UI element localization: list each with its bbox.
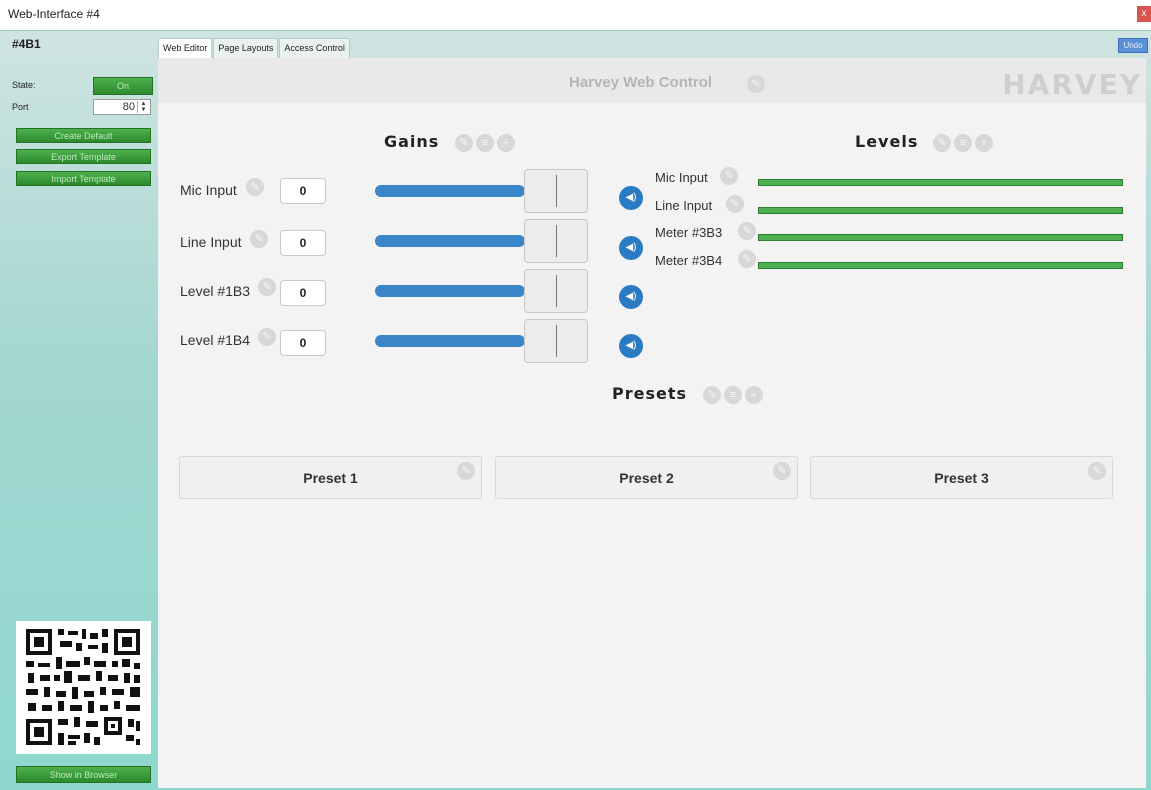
export-template-button[interactable]: Export Template <box>16 149 151 164</box>
state-label: State: <box>12 80 36 90</box>
port-spinner[interactable]: ▲ ▼ <box>137 101 149 113</box>
sidebar: #4B1 State: On Port 80 ▲ ▼ Create Default… <box>0 31 158 790</box>
speaker-icon[interactable]: ◀) <box>619 236 643 260</box>
pencil-icon[interactable]: ✎ <box>773 462 791 480</box>
panel-header: Harvey Web Control ✎ HARVEY <box>158 58 1146 102</box>
brand-logo: HARVEY <box>1002 68 1142 101</box>
level-meter <box>758 179 1123 186</box>
window-titlebar: Web-Interface #4 x <box>0 0 1151 31</box>
create-default-button[interactable]: Create Default <box>16 128 151 143</box>
port-input[interactable]: 80 ▲ ▼ <box>93 99 151 115</box>
gain-slider-handle[interactable] <box>524 269 588 313</box>
port-value: 80 <box>122 101 135 113</box>
preset-label: Preset 1 <box>303 470 358 486</box>
gain-label: Level #1B4 <box>180 332 251 348</box>
gain-label: Mic Input <box>180 182 237 198</box>
tab-web-editor[interactable]: Web Editor <box>158 38 213 58</box>
preset-button[interactable]: Preset 2 ✎ <box>495 456 798 499</box>
tab-bar: Web Editor Page Layouts Access Control <box>158 38 351 58</box>
level-meter <box>758 234 1123 241</box>
gain-value-input[interactable]: 0 <box>280 330 326 356</box>
gain-slider-handle[interactable] <box>524 169 588 213</box>
show-in-browser-button[interactable]: Show in Browser <box>16 766 151 783</box>
presets-title: Presets <box>612 384 688 403</box>
gain-slider-handle[interactable] <box>524 319 588 363</box>
speaker-icon[interactable]: ◀) <box>619 334 643 358</box>
pencil-icon[interactable]: ✎ <box>747 75 765 93</box>
pencil-icon[interactable]: ✎ <box>250 230 268 248</box>
preset-button[interactable]: Preset 3 ✎ <box>810 456 1113 499</box>
preset-label: Preset 2 <box>619 470 674 486</box>
page-title[interactable]: Harvey Web Control <box>569 74 712 91</box>
web-editor-panel: Harvey Web Control ✎ HARVEY Gains ✎ ≡ + … <box>158 58 1146 788</box>
gain-value-input[interactable]: 0 <box>280 178 326 204</box>
pencil-icon[interactable]: ✎ <box>738 250 756 268</box>
pencil-icon[interactable]: ✎ <box>720 167 738 185</box>
level-meter <box>758 262 1123 269</box>
gain-slider-track[interactable] <box>375 235 525 247</box>
import-template-button[interactable]: Import Template <box>16 171 151 186</box>
preset-label: Preset 3 <box>934 470 989 486</box>
pencil-icon[interactable]: ✎ <box>738 222 756 240</box>
pencil-icon[interactable]: ✎ <box>933 134 951 152</box>
window-title: Web-Interface #4 <box>8 7 100 21</box>
gain-slider-track[interactable] <box>375 285 525 297</box>
speaker-icon[interactable]: ◀) <box>619 285 643 309</box>
tab-access-control[interactable]: Access Control <box>279 38 350 58</box>
gain-value-input[interactable]: 0 <box>280 280 326 306</box>
state-toggle-button[interactable]: On <box>93 77 153 95</box>
gain-label: Line Input <box>180 234 242 250</box>
pencil-icon[interactable]: ✎ <box>258 328 276 346</box>
port-label: Port <box>12 102 29 112</box>
list-icon[interactable]: ≡ <box>724 386 742 404</box>
app-frame: #4B1 State: On Port 80 ▲ ▼ Create Default… <box>0 30 1151 790</box>
tab-page-layouts[interactable]: Page Layouts <box>213 38 279 58</box>
gain-slider-track[interactable] <box>375 185 525 197</box>
pencil-icon[interactable]: ✎ <box>1088 462 1106 480</box>
pencil-icon[interactable]: ✎ <box>455 134 473 152</box>
gain-value-input[interactable]: 0 <box>280 230 326 256</box>
speaker-icon[interactable]: ◀) <box>619 186 643 210</box>
level-label: Meter #3B4 <box>655 253 723 268</box>
level-meter <box>758 207 1123 214</box>
pencil-icon[interactable]: ✎ <box>703 386 721 404</box>
gain-slider-track[interactable] <box>375 335 525 347</box>
node-id: #4B1 <box>12 37 41 51</box>
levels-title: Levels <box>855 132 919 151</box>
level-label: Meter #3B3 <box>655 225 723 240</box>
plus-icon[interactable]: + <box>975 134 993 152</box>
undo-button[interactable]: Undo <box>1118 38 1148 53</box>
preset-button[interactable]: Preset 1 ✎ <box>179 456 482 499</box>
pencil-icon[interactable]: ✎ <box>457 462 475 480</box>
pencil-icon[interactable]: ✎ <box>258 278 276 296</box>
gain-slider-handle[interactable] <box>524 219 588 263</box>
pencil-icon[interactable]: ✎ <box>726 195 744 213</box>
plus-icon[interactable]: + <box>745 386 763 404</box>
list-icon[interactable]: ≡ <box>954 134 972 152</box>
qr-code-icon <box>16 621 151 754</box>
level-label: Mic Input <box>655 170 708 185</box>
plus-icon[interactable]: + <box>497 134 515 152</box>
list-icon[interactable]: ≡ <box>476 134 494 152</box>
gains-title: Gains <box>384 132 440 151</box>
level-label: Line Input <box>655 198 713 213</box>
gain-label: Level #1B3 <box>180 283 251 299</box>
close-button[interactable]: x <box>1137 6 1151 22</box>
pencil-icon[interactable]: ✎ <box>246 178 264 196</box>
